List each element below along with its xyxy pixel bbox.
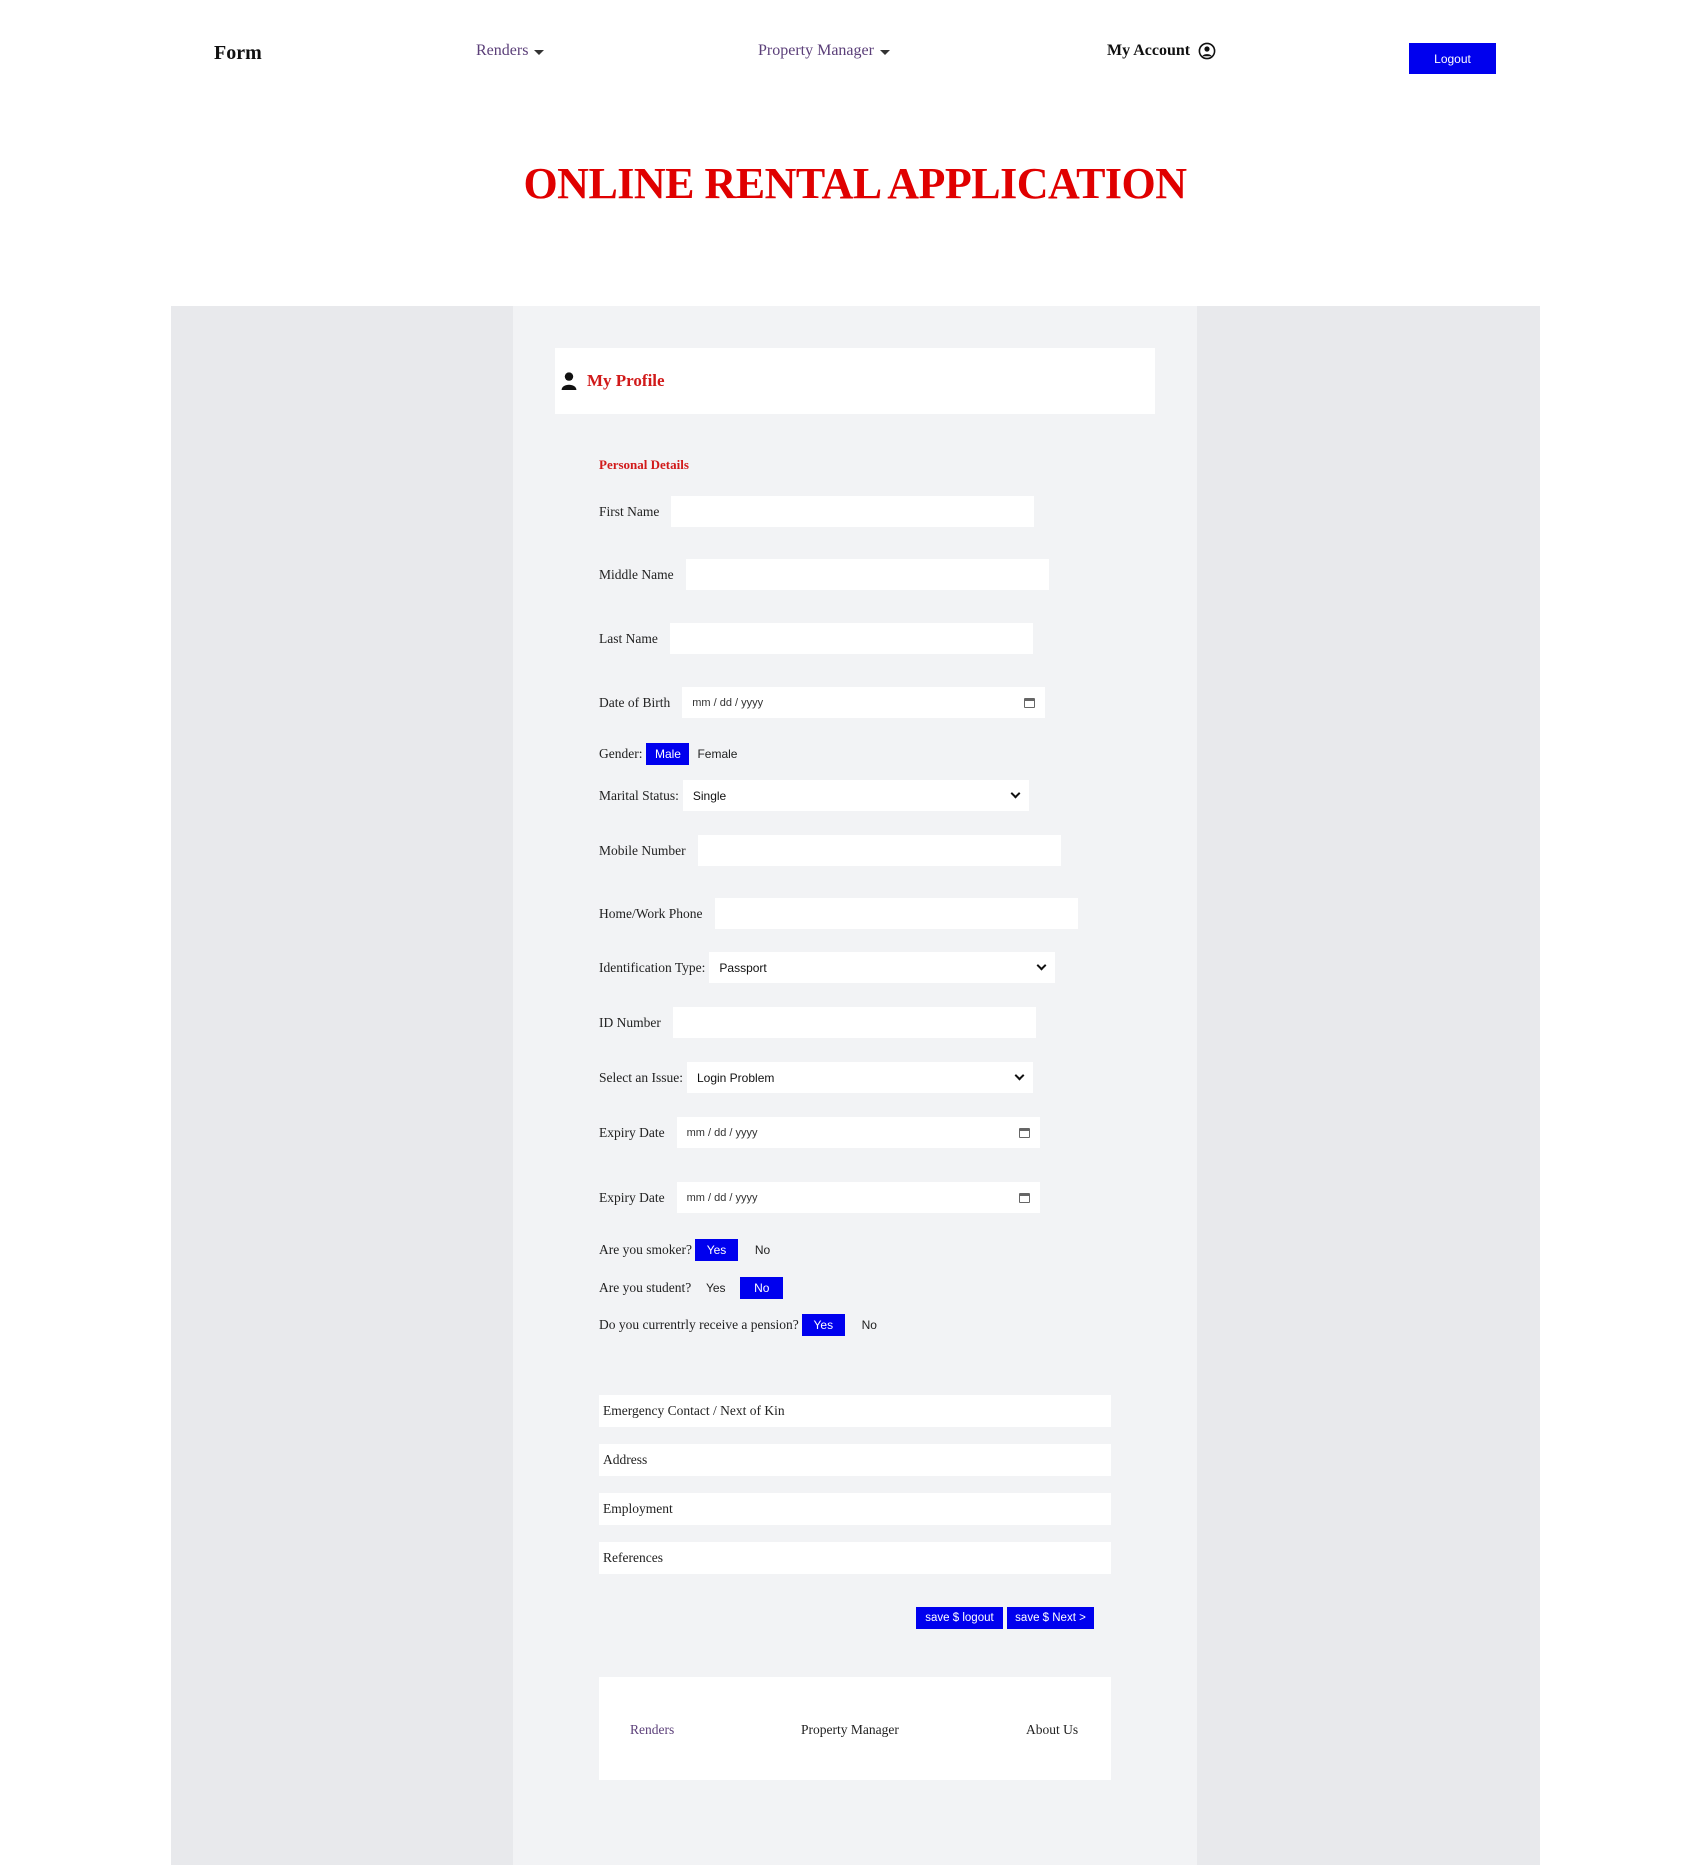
id-type-select[interactable]: Passport — [709, 952, 1056, 983]
last-name-row: Last Name — [599, 623, 1033, 654]
expiry-date-input-1[interactable]: mm / dd / yyyy — [676, 1117, 1040, 1148]
student-label: Are you student? — [599, 1280, 692, 1295]
pension-row: Do you currentrly receive a pension? Yes… — [599, 1314, 891, 1336]
marital-status-label: Marital Status: — [599, 787, 679, 803]
expiry-date-row-1: Expiry Date mm / dd / yyyy — [599, 1117, 1040, 1148]
issue-value: Login Problem — [696, 1070, 775, 1085]
home-phone-input[interactable] — [714, 898, 1078, 929]
calendar-icon[interactable] — [1018, 1127, 1030, 1138]
home-phone-row: Home/Work Phone — [599, 898, 1078, 929]
chevron-down-icon — [1010, 788, 1021, 799]
home-phone-label: Home/Work Phone — [599, 905, 703, 921]
mobile-number-label: Mobile Number — [599, 842, 686, 858]
student-no-toggle[interactable]: No — [740, 1277, 784, 1299]
expiry-date-placeholder: mm / dd / yyyy — [686, 1191, 758, 1204]
nav-property-manager-dropdown[interactable]: Property Manager — [758, 42, 890, 60]
calendar-icon[interactable] — [1024, 697, 1036, 708]
middle-name-input[interactable] — [685, 559, 1049, 590]
section-employment[interactable]: Employment — [599, 1493, 1111, 1525]
marital-status-row: Marital Status: Single — [599, 780, 1029, 811]
save-next-button[interactable]: save $ Next > — [1007, 1607, 1094, 1629]
chevron-down-icon — [1014, 1070, 1025, 1081]
section-emergency-contact[interactable]: Emergency Contact / Next of Kin — [599, 1395, 1111, 1427]
gender-label: Gender: — [599, 746, 643, 761]
issue-label: Select an Issue: — [599, 1069, 683, 1085]
section-references[interactable]: References — [599, 1542, 1111, 1574]
nav-property-manager-label: Property Manager — [758, 42, 874, 59]
first-name-row: First Name — [599, 496, 1035, 527]
section-address[interactable]: Address — [599, 1444, 1111, 1476]
marital-status-select[interactable]: Single — [682, 780, 1029, 811]
smoker-row: Are you smoker? Yes No — [599, 1239, 784, 1261]
page-title: ONLINE RENTAL APPLICATION — [523, 159, 1187, 208]
last-name-label: Last Name — [599, 630, 658, 646]
id-type-row: Identification Type: Passport — [599, 952, 1056, 983]
pension-label: Do you currentrly receive a pension? — [599, 1317, 799, 1332]
user-icon — [561, 372, 577, 390]
dob-label: Date of Birth — [599, 694, 671, 710]
footer-link-about-us[interactable]: About Us — [1026, 1722, 1078, 1738]
middle-name-label: Middle Name — [599, 566, 674, 582]
dob-date-input[interactable]: mm / dd / yyyy — [682, 687, 1046, 718]
nav-my-account[interactable]: My Account — [1107, 42, 1216, 60]
middle-name-row: Middle Name — [599, 559, 1049, 590]
gender-row: Gender: Male Female — [599, 743, 746, 765]
id-type-label: Identification Type: — [599, 959, 706, 975]
nav-my-account-label: My Account — [1107, 42, 1191, 59]
footer-link-property-manager[interactable]: Property Manager — [801, 1722, 899, 1738]
calendar-icon[interactable] — [1018, 1192, 1030, 1203]
first-name-input[interactable] — [671, 496, 1035, 527]
expiry-date-label: Expiry Date — [599, 1189, 665, 1205]
first-name-label: First Name — [599, 503, 660, 519]
user-circle-icon — [1198, 42, 1216, 60]
chevron-down-icon — [1036, 960, 1047, 971]
student-yes-toggle[interactable]: Yes — [694, 1277, 738, 1299]
id-number-label: ID Number — [599, 1014, 661, 1030]
marital-status-value: Single — [692, 788, 727, 803]
caret-down-icon — [879, 49, 890, 55]
id-number-input[interactable] — [672, 1007, 1036, 1038]
nav-renders-label: Renders — [476, 42, 529, 59]
expiry-date-placeholder: mm / dd / yyyy — [686, 1126, 758, 1139]
id-number-row: ID Number — [599, 1007, 1036, 1038]
pension-yes-toggle[interactable]: Yes — [801, 1314, 845, 1336]
id-type-value: Passport — [719, 960, 767, 975]
nav-renders-dropdown[interactable]: Renders — [476, 42, 545, 60]
footer: Renders Property Manager About Us — [599, 1677, 1111, 1780]
footer-link-renders[interactable]: Renders — [630, 1722, 674, 1738]
mobile-number-row: Mobile Number — [599, 835, 1061, 866]
profile-card: My Profile — [555, 348, 1155, 414]
student-row: Are you student? Yes No — [599, 1277, 784, 1299]
pension-no-toggle[interactable]: No — [847, 1314, 891, 1336]
dob-placeholder: mm / dd / yyyy — [692, 696, 764, 709]
last-name-input[interactable] — [669, 623, 1033, 654]
logout-button[interactable]: Logout — [1409, 43, 1496, 74]
gender-female-toggle[interactable]: Female — [689, 743, 746, 765]
smoker-no-toggle[interactable]: No — [740, 1239, 784, 1261]
mobile-number-input[interactable] — [697, 835, 1061, 866]
smoker-label: Are you smoker? — [599, 1242, 692, 1257]
caret-down-icon — [534, 49, 545, 55]
brand-title: Form — [214, 42, 262, 64]
smoker-yes-toggle[interactable]: Yes — [694, 1239, 738, 1261]
dob-row: Date of Birth mm / dd / yyyy — [599, 687, 1046, 718]
expiry-date-row-2: Expiry Date mm / dd / yyyy — [599, 1182, 1040, 1213]
profile-heading: My Profile — [587, 371, 665, 390]
personal-details-heading: Personal Details — [599, 457, 689, 472]
gender-male-toggle[interactable]: Male — [646, 743, 690, 765]
issue-select[interactable]: Login Problem — [686, 1062, 1033, 1093]
save-logout-button[interactable]: save $ logout — [916, 1607, 1003, 1629]
expiry-date-label: Expiry Date — [599, 1124, 665, 1140]
expiry-date-input-2[interactable]: mm / dd / yyyy — [676, 1182, 1040, 1213]
issue-row: Select an Issue: Login Problem — [599, 1062, 1033, 1093]
